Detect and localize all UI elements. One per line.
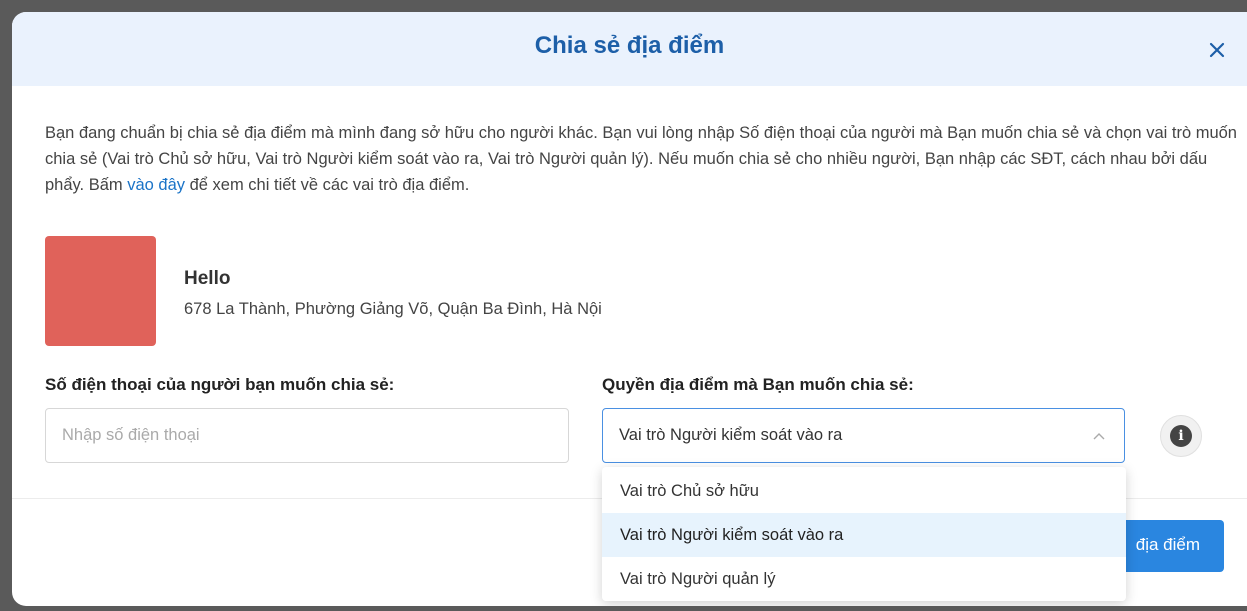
role-option-manager[interactable]: Vai trò Người quản lý	[602, 557, 1126, 601]
share-location-modal: Chia sẻ địa điểm Bạn đang chuẩn bị chia …	[12, 12, 1247, 606]
description-text-end: để xem chi tiết về các vai trò địa điểm.	[185, 176, 470, 194]
role-option-access-controller[interactable]: Vai trò Người kiểm soát vào ra	[602, 513, 1126, 557]
info-icon: i	[1170, 425, 1192, 447]
close-icon[interactable]	[1205, 38, 1229, 62]
role-option-owner[interactable]: Vai trò Chủ sở hữu	[602, 469, 1126, 513]
share-location-button-label: địa điểm	[1135, 535, 1200, 554]
modal-title: Chia sẻ địa điểm	[534, 32, 725, 59]
chevron-up-icon	[1093, 433, 1105, 440]
role-label: Quyền địa điểm mà Bạn muốn chia sẻ:	[602, 375, 914, 394]
role-select[interactable]: Vai trò Người kiểm soát vào ra	[602, 408, 1125, 463]
info-button[interactable]: i	[1160, 415, 1202, 457]
location-address: 678 La Thành, Phường Giảng Võ, Quận Ba Đ…	[184, 300, 602, 318]
role-details-link[interactable]: vào đây	[127, 176, 185, 194]
phone-label: Số điện thoại của người bạn muốn chia sẻ…	[45, 375, 395, 394]
phone-input[interactable]	[45, 408, 569, 463]
location-name: Hello	[184, 268, 231, 289]
role-dropdown: Vai trò Chủ sở hữu Vai trò Người kiểm so…	[602, 467, 1126, 601]
share-description: Bạn đang chuẩn bị chia sẻ địa điểm mà mì…	[45, 120, 1240, 198]
location-thumbnail	[45, 236, 156, 346]
role-select-value: Vai trò Người kiểm soát vào ra	[619, 426, 843, 444]
modal-header: Chia sẻ địa điểm	[12, 12, 1247, 86]
